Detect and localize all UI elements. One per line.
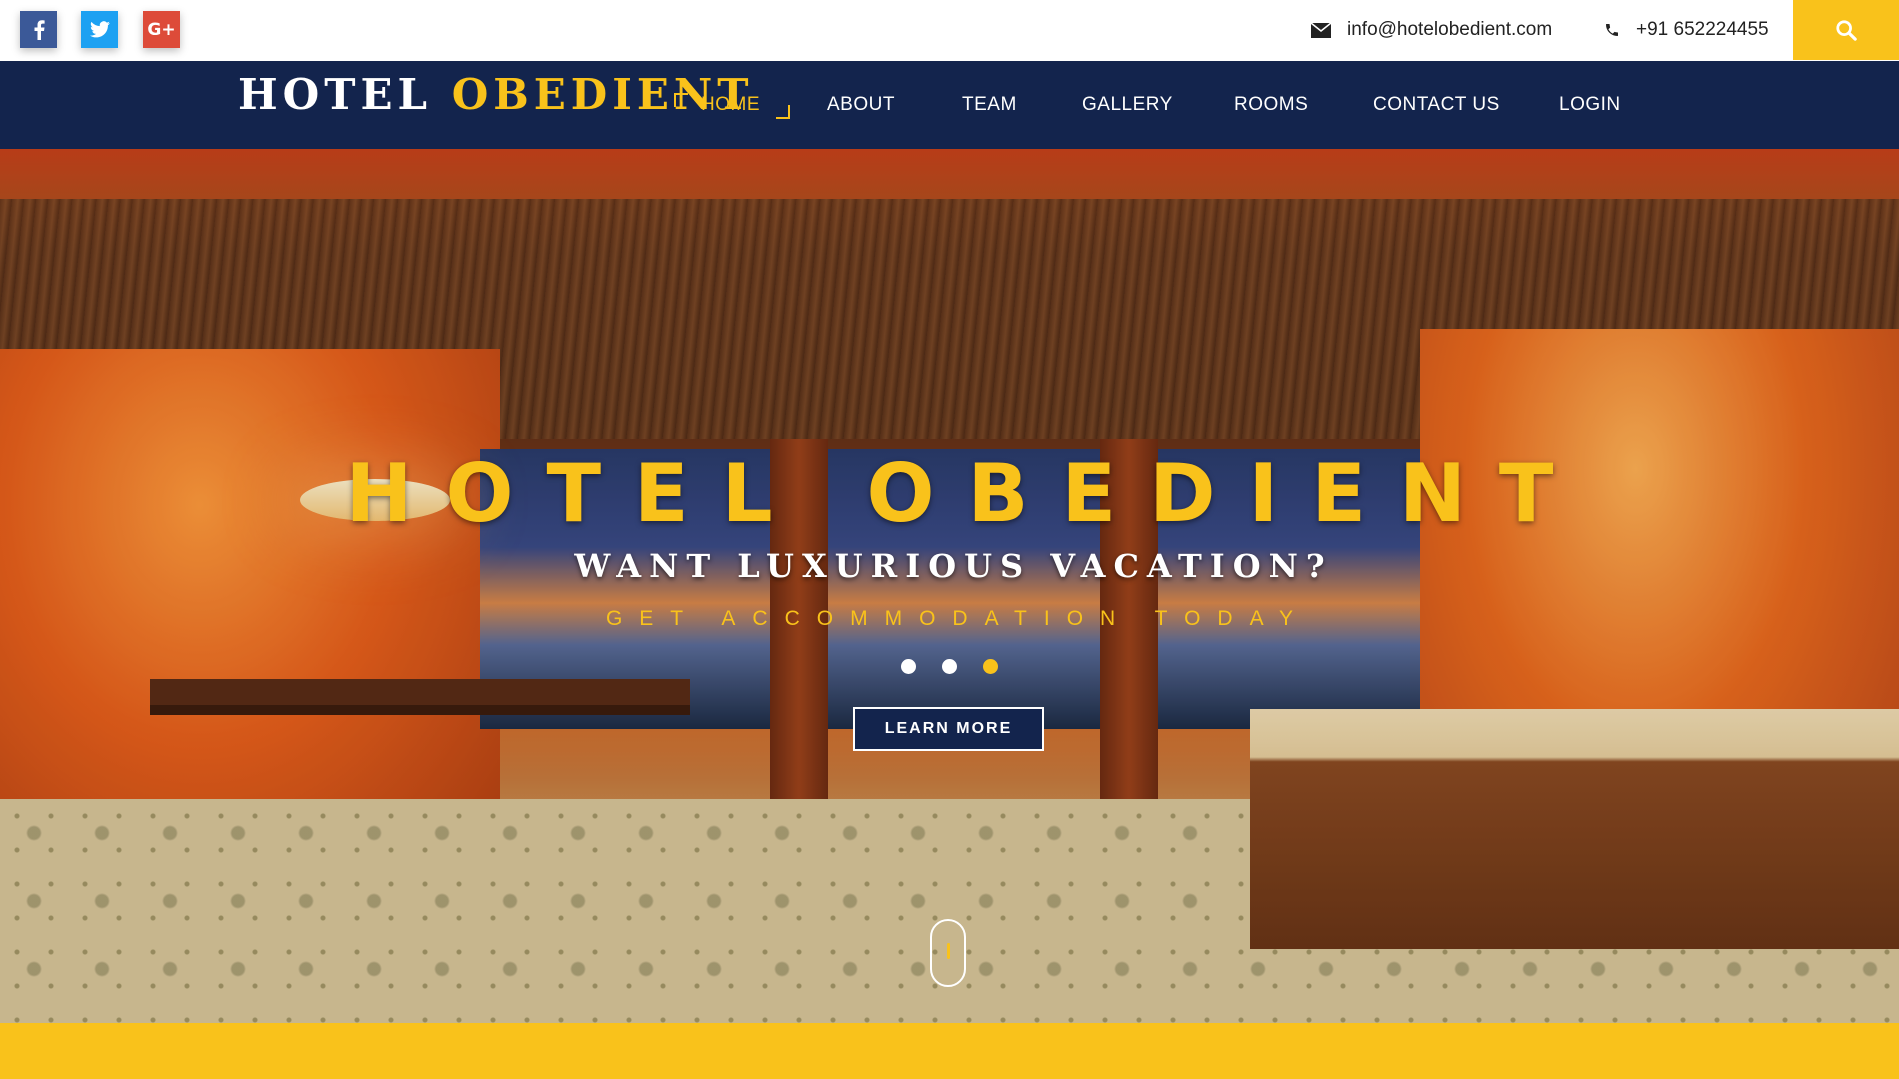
slider-dot-1[interactable] (901, 659, 916, 674)
nav-about[interactable]: ABOUT (827, 94, 895, 116)
search-button[interactable] (1793, 0, 1899, 60)
slider-dot-3[interactable] (983, 659, 998, 674)
nav-login[interactable]: LOGIN (1559, 94, 1621, 116)
nav-gallery[interactable]: GALLERY (1082, 94, 1173, 116)
contact-email[interactable]: info@hotelobedient.com (1311, 19, 1552, 41)
nav-rooms[interactable]: ROOMS (1234, 94, 1308, 116)
active-bracket-top (674, 93, 688, 107)
contact-phone[interactable]: +91 652224455 (1604, 19, 1769, 41)
nav-home[interactable]: HOME (701, 94, 760, 116)
brand-first: HOTEL (238, 70, 433, 119)
slider-dot-2[interactable] (942, 659, 957, 674)
hero-tagline: GET ACCOMMODATION TODAY (605, 607, 1311, 630)
hero-subtitle: WANT LUXURIOUS VACATION? (574, 547, 1333, 585)
learn-more-button[interactable]: LEARN MORE (853, 707, 1044, 751)
email-text[interactable]: info@hotelobedient.com (1347, 19, 1552, 41)
active-bracket-bottom (776, 105, 790, 119)
envelope-icon (1311, 22, 1331, 38)
nav-contact-us[interactable]: CONTACT US (1373, 94, 1500, 116)
scroll-down-icon[interactable] (930, 919, 966, 987)
slider-dots (0, 659, 1899, 674)
scroll-wheel (947, 943, 950, 959)
facebook-icon[interactable] (20, 11, 57, 48)
search-icon (1836, 20, 1857, 41)
main-navbar: HOTEL OBEDIENT HOME ABOUT TEAM GALLERY R… (0, 61, 1899, 149)
hero-slider: HOTEL OBEDIENT WANT LUXURIOUS VACATION? … (0, 149, 1899, 1023)
phone-icon (1606, 24, 1618, 36)
phone-text[interactable]: +91 652224455 (1636, 19, 1769, 41)
google-plus-icon[interactable]: G+ (143, 11, 180, 48)
hero-title: HOTEL OBEDIENT (345, 447, 1587, 540)
top-bar: G+ info@hotelobedient.com +91 652224455 (0, 0, 1899, 61)
hero-overlay (0, 149, 1899, 1023)
section-strip (0, 1023, 1899, 1079)
nav-team[interactable]: TEAM (962, 94, 1017, 116)
twitter-icon[interactable] (81, 11, 118, 48)
